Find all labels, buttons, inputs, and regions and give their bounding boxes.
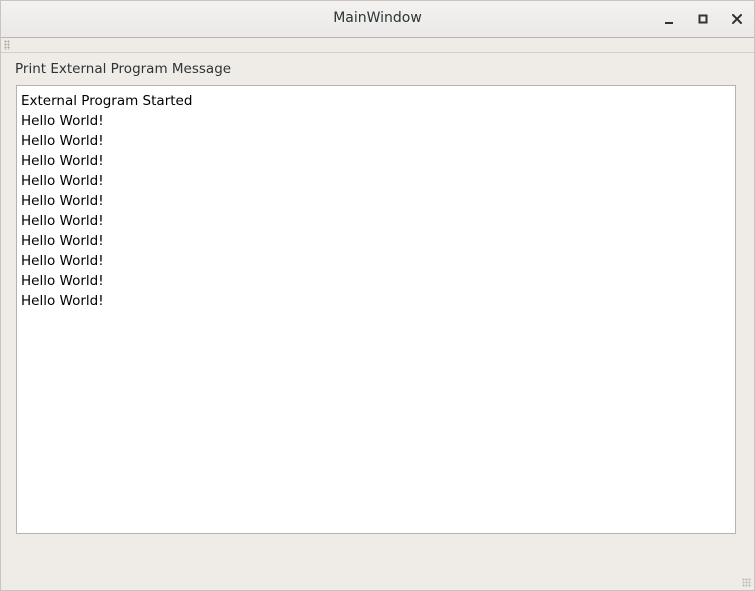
output-line: Hello World! <box>21 233 104 249</box>
main-window: MainWindow Print External Program Messag… <box>0 0 755 591</box>
output-text-area[interactable]: External Program Started Hello World! He… <box>16 85 736 534</box>
output-line: Hello World! <box>21 213 104 229</box>
title-bar[interactable]: MainWindow <box>1 1 754 38</box>
output-line: Hello World! <box>21 253 104 269</box>
close-icon <box>732 14 742 24</box>
output-line: Hello World! <box>21 133 104 149</box>
maximize-icon <box>698 14 708 24</box>
resize-grip[interactable] <box>742 578 751 587</box>
close-button[interactable] <box>726 9 748 29</box>
output-line: Hello World! <box>21 173 104 189</box>
output-line: Hello World! <box>21 273 104 289</box>
maximize-button[interactable] <box>692 9 714 29</box>
minimize-button[interactable] <box>658 9 680 29</box>
output-line: Hello World! <box>21 113 104 129</box>
toolbar-grip-handle[interactable] <box>4 40 10 50</box>
toolbar <box>1 38 754 53</box>
window-title: MainWindow <box>333 10 422 26</box>
minimize-icon <box>665 22 673 24</box>
output-label: Print External Program Message <box>15 61 232 77</box>
output-line: External Program Started <box>21 93 193 109</box>
output-line: Hello World! <box>21 293 104 309</box>
output-line: Hello World! <box>21 193 104 209</box>
output-line: Hello World! <box>21 153 104 169</box>
